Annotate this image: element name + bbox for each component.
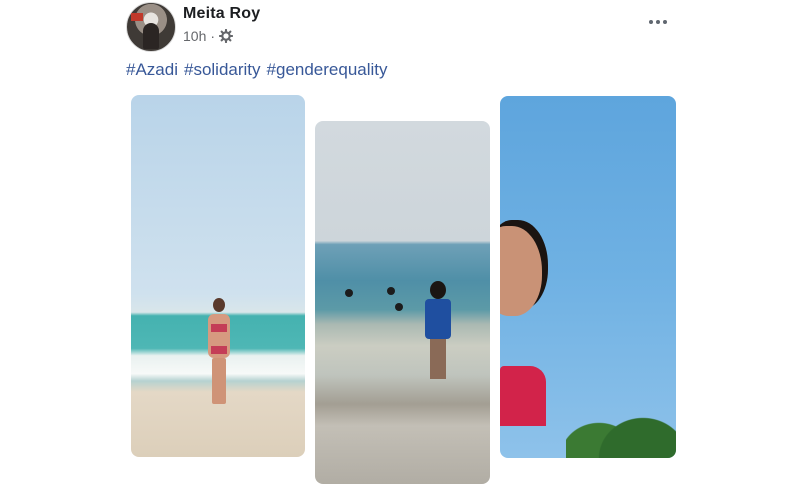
more-options-icon[interactable]: [643, 10, 673, 34]
dot-icon: [649, 20, 653, 24]
post-photo-1[interactable]: [131, 95, 305, 457]
swimsuit: [500, 366, 546, 426]
hashtag-solidarity[interactable]: #solidarity: [184, 60, 261, 80]
dot-icon: [656, 20, 660, 24]
flag-icon: [131, 13, 143, 21]
hashtag-genderequality[interactable]: #genderequality: [267, 60, 388, 80]
woman-selfie: [500, 226, 542, 316]
post-time[interactable]: 10h: [183, 28, 206, 44]
post-photo-2[interactable]: [315, 121, 490, 484]
post-photo-3[interactable]: [500, 96, 676, 458]
swimmer: [345, 289, 353, 297]
author-avatar[interactable]: [126, 2, 176, 52]
hashtag-line: #Azadi #solidarity #genderequality: [126, 60, 388, 80]
meta-separator: ·: [210, 28, 216, 44]
dot-icon: [663, 20, 667, 24]
person-silhouette: [143, 23, 159, 49]
gear-icon[interactable]: [219, 29, 234, 43]
swimmer: [387, 287, 395, 295]
post-meta: 10h ·: [183, 28, 234, 44]
swimmer: [395, 303, 403, 311]
author-name[interactable]: Meita Roy: [183, 5, 260, 23]
facebook-post: Meita Roy 10h · #Azadi #solidarity #gend…: [0, 0, 800, 487]
hashtag-azadi[interactable]: #Azadi: [126, 60, 178, 80]
woman-figure: [423, 281, 453, 385]
woman-figure: [207, 298, 231, 408]
palm-trees: [566, 388, 676, 458]
